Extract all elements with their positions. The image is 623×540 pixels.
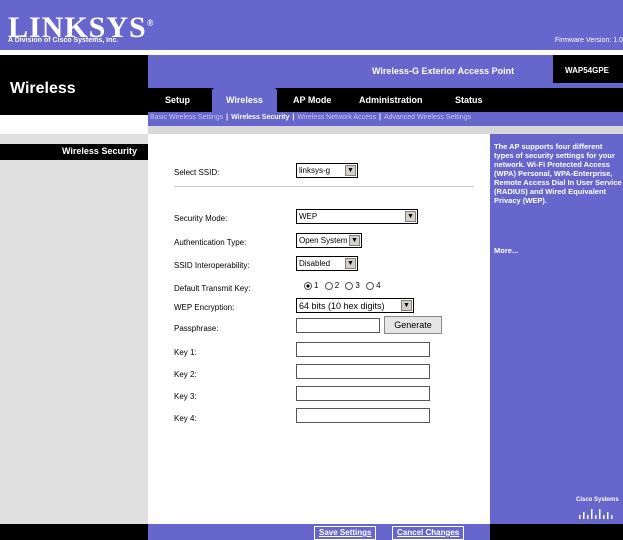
chevron-down-icon: ▼ xyxy=(345,258,356,269)
tx-key-radio-3[interactable] xyxy=(345,281,354,290)
key2-label: Key 2: xyxy=(174,370,197,379)
section-title: Wireless Security xyxy=(62,146,137,156)
key1-label: Key 1: xyxy=(174,348,197,357)
tx-key-radio-4[interactable] xyxy=(366,281,375,290)
tx-key-radios: 1 2 3 4 xyxy=(300,281,381,290)
key3-label: Key 3: xyxy=(174,392,197,401)
key2-input[interactable] xyxy=(296,364,430,379)
key3-input[interactable] xyxy=(296,386,430,401)
ssid-label: Select SSID: xyxy=(174,168,220,177)
help-more-link[interactable]: More... xyxy=(494,246,518,255)
tab-setup[interactable]: Setup xyxy=(165,95,190,105)
wep-enc-select[interactable]: 64 bits (10 hex digits) ▼ xyxy=(296,298,414,313)
chevron-down-icon: ▼ xyxy=(405,211,416,222)
cancel-changes-button[interactable]: Cancel Changes xyxy=(392,526,465,540)
tx-key-label: Default Transmit Key: xyxy=(174,284,251,293)
product-name: Wireless-G Exterior Access Point xyxy=(372,66,515,76)
subtab-basic-wireless[interactable]: Basic Wireless Settings xyxy=(150,114,223,121)
tx-key-radio-2[interactable] xyxy=(324,281,333,290)
cisco-systems-logo: Cisco Systems xyxy=(576,497,619,503)
tx-key-radio-1[interactable] xyxy=(304,281,312,290)
chevron-down-icon: ▼ xyxy=(401,300,412,311)
generate-button[interactable]: Generate xyxy=(384,316,442,334)
cisco-bars-icon xyxy=(579,509,613,519)
auth-type-label: Authentication Type: xyxy=(174,238,247,247)
page-title: Wireless xyxy=(10,80,76,97)
ssid-interop-label: SSID Interoperability: xyxy=(174,261,250,270)
subtab-wireless-network-access[interactable]: Wireless Network Access xyxy=(297,114,376,121)
tab-wireless[interactable]: Wireless xyxy=(226,95,263,105)
chevron-down-icon: ▼ xyxy=(345,165,356,176)
key4-label: Key 4: xyxy=(174,414,197,423)
security-mode-label: Security Mode: xyxy=(174,214,228,223)
tab-status[interactable]: Status xyxy=(455,95,483,105)
subtab-advanced-wireless[interactable]: Advanced Wireless Settings xyxy=(384,114,471,121)
sub-tabs: Basic Wireless Settings | Wireless Securit… xyxy=(150,114,472,121)
firmware-version: Firmware Version: 1.0 xyxy=(554,37,623,44)
save-settings-button[interactable]: Save Settings xyxy=(314,526,377,540)
tab-ap-mode[interactable]: AP Mode xyxy=(293,95,331,105)
model-number: WAP54GPE xyxy=(565,66,610,75)
help-text: The AP supports four different types of … xyxy=(494,142,622,205)
passphrase-input[interactable] xyxy=(296,318,380,333)
passphrase-label: Passphrase: xyxy=(174,324,219,333)
divider xyxy=(174,186,474,187)
key1-input[interactable] xyxy=(296,342,430,357)
ssid-select[interactable]: linksys-g ▼ xyxy=(296,163,358,178)
tab-administration[interactable]: Administration xyxy=(359,95,423,105)
chevron-down-icon: ▼ xyxy=(349,235,360,246)
key4-input[interactable] xyxy=(296,408,430,423)
auth-type-select[interactable]: Open System ▼ xyxy=(296,233,362,248)
subtab-wireless-security[interactable]: Wireless Security xyxy=(231,114,289,121)
security-mode-select[interactable]: WEP ▼ xyxy=(296,209,418,224)
wep-enc-label: WEP Encryption: xyxy=(174,303,235,312)
ssid-interop-select[interactable]: Disabled ▼ xyxy=(296,256,358,271)
logo-subtitle: A Division of Cisco Systems, Inc. xyxy=(8,37,119,44)
